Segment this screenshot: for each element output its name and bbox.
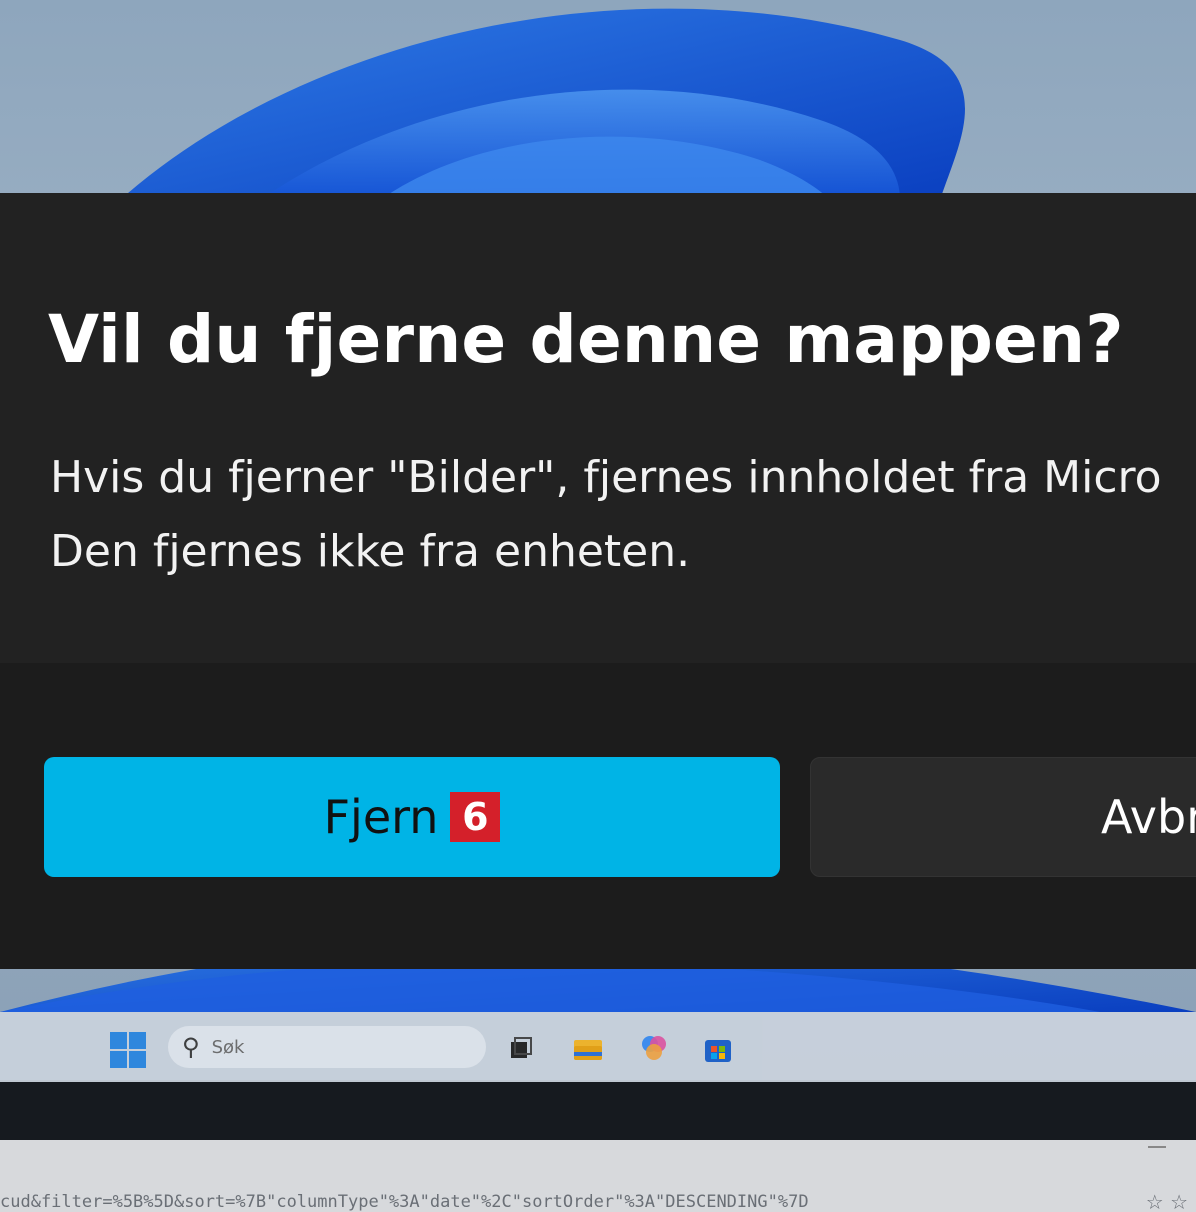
screen: Vil du fjerne denne mappen? Hvis du fjer… — [0, 0, 1196, 1212]
browser-status-bar: cud&filter=%5B%5D&sort=%7B"columnType"%3… — [0, 1140, 1196, 1212]
monitor-bezel — [0, 1082, 1196, 1140]
copilot-icon[interactable] — [638, 1032, 670, 1064]
search-label: Søk — [211, 1036, 245, 1058]
cancel-button[interactable]: Avbryt — [810, 757, 1196, 877]
dialog-message-line-2: Den fjernes ikke fra enheten. — [50, 526, 691, 577]
windows-start-icon[interactable] — [110, 1032, 146, 1068]
file-explorer-icon[interactable] — [572, 1032, 604, 1064]
taskbar: ⚲ Søk — [0, 1012, 1196, 1082]
task-view-icon[interactable] — [505, 1032, 537, 1064]
cancel-button-label: Avbryt — [1101, 790, 1196, 844]
remove-button-label: Fjern — [323, 790, 439, 844]
step-number-badge: 6 — [450, 792, 501, 842]
dialog-content: Vil du fjerne denne mappen? Hvis du fjer… — [0, 193, 1196, 663]
remove-button[interactable]: Fjern 6 — [44, 757, 780, 877]
dialog-message-line-1: Hvis du fjerner "Bilder", fjernes innhol… — [50, 452, 1162, 503]
dialog-message: Hvis du fjerner "Bilder", fjernes innhol… — [50, 441, 1162, 589]
taskbar-search-box[interactable]: ⚲ Søk — [168, 1026, 486, 1068]
minimize-icon[interactable] — [1148, 1146, 1166, 1148]
microsoft-store-icon[interactable] — [702, 1032, 734, 1064]
search-icon: ⚲ — [182, 1033, 200, 1061]
status-url: cud&filter=%5B%5D&sort=%7B"columnType"%3… — [0, 1192, 809, 1212]
favorite-icons[interactable]: ☆ ☆ — [1146, 1190, 1188, 1212]
dialog-title: Vil du fjerne denne mappen? — [48, 301, 1124, 378]
remove-folder-dialog: Vil du fjerne denne mappen? Hvis du fjer… — [0, 193, 1196, 969]
dialog-footer: Fjern 6 Avbryt — [0, 663, 1196, 969]
